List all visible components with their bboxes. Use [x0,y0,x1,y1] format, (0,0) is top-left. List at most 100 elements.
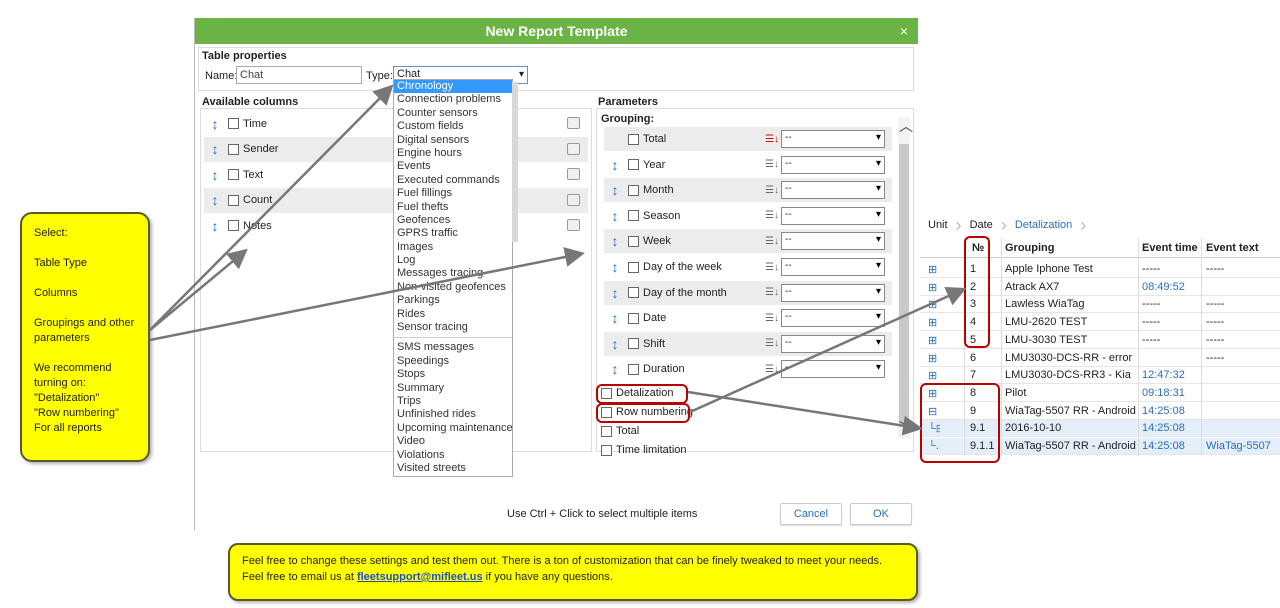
type-option[interactable]: Messages tracing [394,267,512,280]
type-option[interactable]: Upcoming maintenance [394,422,512,435]
type-option[interactable]: Visited streets [394,462,512,475]
grouping-select[interactable]: -- [781,283,885,302]
expand-icon[interactable]: ⊞ [928,316,940,329]
type-option[interactable]: Violations [394,449,512,462]
sort-icon[interactable]: ☰↓ [763,210,781,221]
drag-handle-icon[interactable]: ↕ [608,285,622,301]
drag-handle-icon[interactable]: ↕ [608,310,622,326]
type-option[interactable]: Log [394,254,512,267]
type-option[interactable]: Stops [394,368,512,381]
column-checkbox[interactable] [228,118,239,129]
grouping-checkbox[interactable] [628,338,639,350]
type-option[interactable]: Rides [394,308,512,321]
time-limitation-checkbox-line[interactable]: Time limitation [601,444,687,456]
grouping-checkbox[interactable] [628,312,639,324]
total-checkbox[interactable] [601,425,612,437]
column-checkbox[interactable] [228,143,239,155]
table-row[interactable]: ⊞ 6 LMU3030-DCS-RR - error ----- [920,350,1280,367]
grouping-row[interactable]: ↕ Week ☰↓ -- [604,229,892,254]
grouping-row[interactable]: ↕ Day of the week ☰↓ -- [604,255,892,279]
cancel-button[interactable]: Cancel [780,503,842,525]
expand-icon[interactable]: ⊞ [928,369,940,382]
column-checkbox[interactable] [228,220,239,231]
type-option[interactable]: Counter sensors [394,107,512,120]
expand-icon[interactable]: ⊞ [928,334,940,347]
column-settings-icon[interactable] [567,193,580,206]
type-option[interactable]: Custom fields [394,120,512,133]
sort-icon[interactable]: ☰↓ [763,313,781,324]
crumb-detalization[interactable]: Detalization [1007,215,1087,236]
column-settings-icon[interactable] [567,142,580,155]
drag-handle-icon[interactable]: ↕ [608,157,622,173]
ok-button[interactable]: OK [850,503,912,525]
type-option[interactable]: Summary [394,382,512,395]
grouping-row[interactable]: Total ☰↓ -- [604,127,892,151]
sort-icon[interactable]: ☰↓ [763,134,781,145]
sort-icon[interactable]: ☰↓ [763,364,781,375]
grouping-select[interactable]: -- [781,334,885,353]
expand-icon[interactable]: ⊞ [928,298,940,311]
scroll-down-icon[interactable]: ﹀ [899,418,913,438]
close-icon[interactable]: × [900,18,908,44]
drag-handle-icon[interactable]: ↕ [208,218,222,234]
grouping-select[interactable]: -- [781,130,885,148]
grouping-select[interactable]: -- [781,258,885,276]
grouping-row[interactable]: ↕ Month ☰↓ -- [604,178,892,203]
crumb-date[interactable]: Date [962,215,1008,236]
drag-handle-icon[interactable]: ↕ [208,116,222,132]
grouping-checkbox[interactable] [628,159,639,171]
drag-handle-icon[interactable]: ↕ [608,361,622,377]
type-option[interactable]: Images [394,241,512,254]
dropdown-scrollbar[interactable] [512,82,518,242]
grouping-checkbox[interactable] [628,133,639,145]
scrollbar-thumb[interactable] [899,144,909,424]
grouping-checkbox[interactable] [628,210,639,222]
sort-icon[interactable]: ☰↓ [763,159,781,170]
drag-handle-icon[interactable]: ↕ [208,192,222,208]
sort-icon[interactable]: ☰↓ [763,262,781,273]
sort-icon[interactable]: ☰↓ [763,287,781,298]
type-option[interactable]: Engine hours [394,147,512,160]
sort-icon[interactable]: ☰↓ [763,185,781,196]
column-checkbox[interactable] [228,169,239,180]
type-option[interactable]: Parkings [394,294,512,307]
grouping-checkbox[interactable] [628,287,639,299]
type-option[interactable]: Video [394,435,512,448]
grouping-checkbox[interactable] [628,261,639,273]
crumb-unit[interactable]: Unit [920,215,962,236]
type-option[interactable]: Non-visited geofences [394,281,512,294]
type-option[interactable]: Chronology [394,80,512,94]
grouping-row[interactable]: ↕ Duration ☰↓ -- [604,357,892,381]
type-option[interactable]: Trips [394,395,512,408]
column-settings-icon[interactable] [567,168,580,180]
drag-handle-icon[interactable]: ↕ [208,167,222,183]
type-option[interactable]: Speedings [394,355,512,368]
grouping-row[interactable]: ↕ Date ☰↓ -- [604,306,892,330]
total-checkbox-line[interactable]: Total [601,425,639,437]
column-settings-icon[interactable] [567,117,580,129]
grouping-select[interactable]: -- [781,360,885,379]
expand-icon[interactable]: ⊞ [928,263,940,276]
table-row[interactable]: ⊞ 7 LMU3030-DCS-RR3 - Kia 12:47:32 [920,367,1280,385]
grouping-row[interactable]: ↕ Day of the month ☰↓ -- [604,280,892,305]
type-option[interactable]: Digital sensors [394,134,512,147]
grouping-row[interactable]: ↕ Shift ☰↓ -- [604,331,892,356]
grouping-select[interactable]: -- [781,206,885,225]
expand-icon[interactable]: ⊞ [928,352,940,365]
type-option[interactable]: Executed commands [394,174,512,187]
grouping-select[interactable]: -- [781,309,885,328]
drag-handle-icon[interactable]: ↕ [608,233,622,249]
grouping-select[interactable]: -- [781,155,885,174]
parameters-scrollbar[interactable]: ︿ ﹀ [898,118,913,438]
name-input[interactable]: Chat [236,66,362,84]
drag-handle-icon[interactable]: ↕ [608,182,622,198]
grouping-row[interactable]: ↕ Year ☰↓ -- [604,153,892,177]
grouping-select[interactable]: -- [781,232,885,251]
time-limitation-checkbox[interactable] [601,444,612,456]
type-option[interactable]: Connection problems [394,93,512,106]
type-option[interactable]: Sensor tracing [394,321,512,334]
type-option[interactable]: Events [394,160,512,173]
type-option[interactable]: SMS messages [394,341,512,354]
grouping-checkbox[interactable] [628,235,639,247]
type-option[interactable]: GPRS traffic [394,227,512,240]
